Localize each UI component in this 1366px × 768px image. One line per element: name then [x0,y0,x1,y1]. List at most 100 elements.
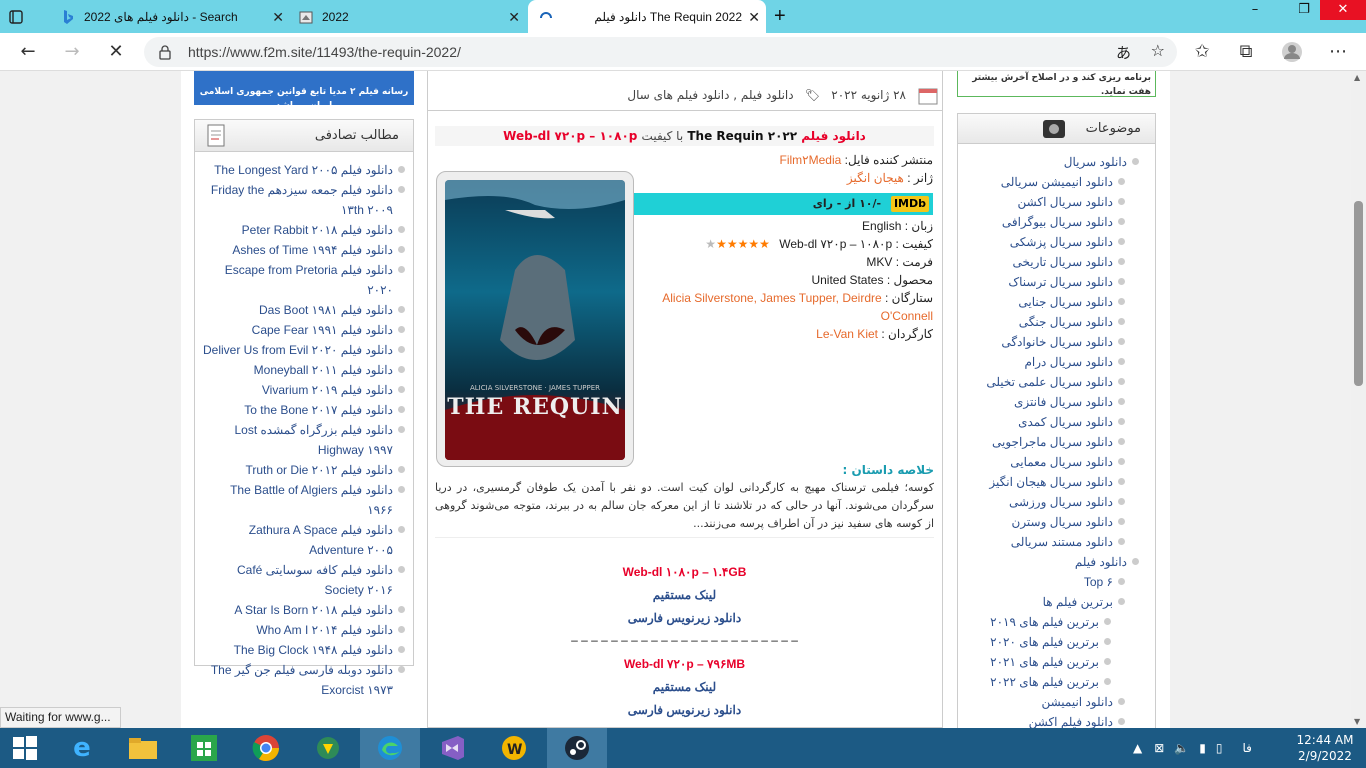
star-icon[interactable]: ★ [738,237,749,251]
topic-link[interactable]: برترین فیلم های ۲۰۲۱ [958,652,1111,672]
favorites-button[interactable]: ✩ [1188,39,1216,65]
url-field[interactable]: https://www.f2m.site/11493/the-requin-20… [144,37,1177,67]
download-720-link[interactable]: لینک مستقیم [435,680,934,694]
genre-value[interactable]: هیجان انگیز [847,171,904,185]
random-post-link[interactable]: دانلود فیلم Moneyball ۲۰۱۱ [203,360,405,380]
random-post-link[interactable]: دانلود فیلم جمعه سیزدهم Friday the ۱۳th … [203,180,405,220]
star-icon[interactable]: ★ [759,237,770,251]
topic-link[interactable]: دانلود انیمیشن [958,692,1125,712]
post-categories[interactable]: دانلود فیلم , دانلود فیلم های سال [627,88,793,102]
topic-link[interactable]: دانلود سریال فانتزی [958,392,1125,412]
scroll-down-icon[interactable]: ▼ [1354,717,1360,726]
settings-menu-button[interactable]: ⋯ [1324,39,1352,65]
stop-button[interactable]: ✕ [102,39,130,65]
profile-button[interactable] [1278,39,1306,65]
topic-link[interactable]: دانلود فیلم اکشن [958,712,1125,728]
page-scrollbar[interactable]: ▲ ▼ [1351,71,1366,728]
topic-link[interactable]: دانلود سریال وسترن [958,512,1125,532]
topic-link[interactable]: دانلود سریال ورزشی [958,492,1125,512]
random-post-link[interactable]: دانلود دوبله فارسی فیلم جن گیر The Exorc… [203,660,405,700]
post-title[interactable]: دانلود فیلم The Requin ۲۰۲۲ با کیفیت Web… [435,126,934,146]
tab-actions-button[interactable] [8,0,44,33]
topic-link[interactable]: برترین فیلم های ۲۰۲۰ [958,632,1111,652]
topic-link[interactable]: دانلود سریال کمدی [958,412,1125,432]
left-banner[interactable]: رسانه فیلم ۲ مدیا تابع قوانین جمهوری اسل… [194,71,414,105]
topic-link[interactable]: دانلود سریال معمایی [958,452,1125,472]
topic-link[interactable]: دانلود انیمیشن سریالی [958,172,1125,192]
start-button[interactable] [0,728,50,768]
random-post-link[interactable]: دانلود فیلم Das Boot ۱۹۸۱ [203,300,405,320]
new-tab-button[interactable]: + [774,0,794,33]
random-post-link[interactable]: دانلود فیلم Vivarium ۲۰۱۹ [203,380,405,400]
star-icon[interactable]: ★ [727,237,738,251]
close-icon[interactable]: ✕ [272,9,284,26]
director-value[interactable]: Le-Van Kiet [816,327,878,341]
read-aloud-icon[interactable]: あ [1116,42,1131,63]
signal-icon[interactable]: ▮ [1199,741,1206,755]
topic-link[interactable]: دانلود سریال هیجان انگیز [958,472,1125,492]
random-post-link[interactable]: دانلود فیلم بزرگراه گمشده Lost Highway ۱… [203,420,405,460]
topic-link[interactable]: دانلود سریال علمی تخیلی [958,372,1125,392]
taskbar-steam[interactable] [547,728,607,768]
taskbar-explorer[interactable] [113,728,173,768]
topic-link[interactable]: دانلود مستند سریالی [958,532,1125,552]
topic-link[interactable]: دانلود سریال جنایی [958,292,1125,312]
taskbar-visual-studio[interactable] [422,728,482,768]
taskbar-chrome[interactable] [236,728,296,768]
close-icon[interactable]: ✕ [748,9,760,26]
clock[interactable]: 12:44 AM 2/9/2022 [1290,728,1360,768]
star-icon[interactable]: ★ [705,237,716,251]
tab-2022[interactable]: 2022 ✕ [292,0,526,33]
random-post-link[interactable]: دانلود فیلم Who Am I ۲۰۱۴ [203,620,405,640]
scroll-thumb[interactable] [1354,201,1363,386]
random-post-link[interactable]: دانلود فیلم Escape from Pretoria ۲۰۲۰ [203,260,405,300]
tray-overflow-icon[interactable]: ▲ [1133,741,1142,755]
topic-link[interactable]: دانلود سریال اکشن [958,192,1125,212]
topic-link[interactable]: دانلود سریال جنگی [958,312,1125,332]
topic-link[interactable]: دانلود فیلم [958,552,1139,572]
taskbar-app-w[interactable]: W [484,728,544,768]
download-1080-link[interactable]: لینک مستقیم [435,588,934,602]
topic-link[interactable]: Top ۶ [958,572,1125,592]
close-icon[interactable]: ✕ [508,9,520,26]
battery-icon[interactable]: ▯ [1216,741,1223,755]
random-post-link[interactable]: دانلود فیلم To the Bone ۲۰۱۷ [203,400,405,420]
window-close-button[interactable]: ✕ [1320,0,1366,20]
topic-link[interactable]: برترین فیلم های ۲۰۱۹ [958,612,1111,632]
back-button[interactable]: ← [14,39,42,65]
topic-link[interactable]: دانلود سریال ترسناک [958,272,1125,292]
taskbar-edge[interactable] [360,728,420,768]
add-favorite-icon[interactable]: ☆ [1151,41,1165,60]
publisher-value[interactable]: Film۲Media [780,153,842,167]
input-language[interactable]: فا [1242,741,1251,755]
taskbar-ie[interactable]: e [52,728,112,768]
star-rating[interactable]: ★★★★★★ [705,237,770,251]
minimize-button[interactable]: – [1233,0,1277,20]
topic-link[interactable]: برترین فیلم های ۲۰۲۲ [958,672,1111,692]
tab-requin[interactable]: دانلود فیلم The Requin 2022 ✕ [528,0,766,33]
random-post-link[interactable]: دانلود فیلم Ashes of Time ۱۹۹۴ [203,240,405,260]
network-error-icon[interactable]: ⊠ [1154,741,1164,755]
star-icon[interactable]: ★ [748,237,759,251]
topic-link[interactable]: دانلود سریال درام [958,352,1125,372]
collections-button[interactable]: ⧉ [1232,39,1260,65]
movie-poster[interactable]: ALICIA SILVERSTONE · JAMES TUPPER THE RE… [445,180,625,460]
topic-link[interactable]: دانلود سریال ماجراجویی [958,432,1125,452]
random-post-link[interactable]: دانلود فیلم Deliver Us from Evil ۲۰۲۰ [203,340,405,360]
volume-icon[interactable]: 🔈 [1174,741,1189,755]
forward-button[interactable]: → [58,39,86,65]
random-post-link[interactable]: دانلود فیلم Zathura A Space Adventure ۲۰… [203,520,405,560]
random-post-link[interactable]: دانلود فیلم Cape Fear ۱۹۹۱ [203,320,405,340]
random-post-link[interactable]: دانلود فیلم Truth or Die ۲۰۱۲ [203,460,405,480]
star-icon[interactable]: ★ [716,237,727,251]
taskbar-idm[interactable] [298,728,358,768]
random-post-link[interactable]: دانلود فیلم The Battle of Algiers ۱۹۶۶ [203,480,405,520]
random-post-link[interactable]: دانلود فیلم The Big Clock ۱۹۴۸ [203,640,405,660]
topic-link[interactable]: دانلود سریال بیوگرافی [958,212,1125,232]
topic-link[interactable]: دانلود سریال خانوادگی [958,332,1125,352]
random-post-link[interactable]: دانلود فیلم کافه سوسایتی Café Society ۲۰… [203,560,405,600]
topic-link[interactable]: برترین فیلم ها [958,592,1125,612]
random-post-link[interactable]: دانلود فیلم The Longest Yard ۲۰۰۵ [203,160,405,180]
taskbar-store[interactable] [174,728,234,768]
topic-link[interactable]: دانلود سریال پزشکی [958,232,1125,252]
